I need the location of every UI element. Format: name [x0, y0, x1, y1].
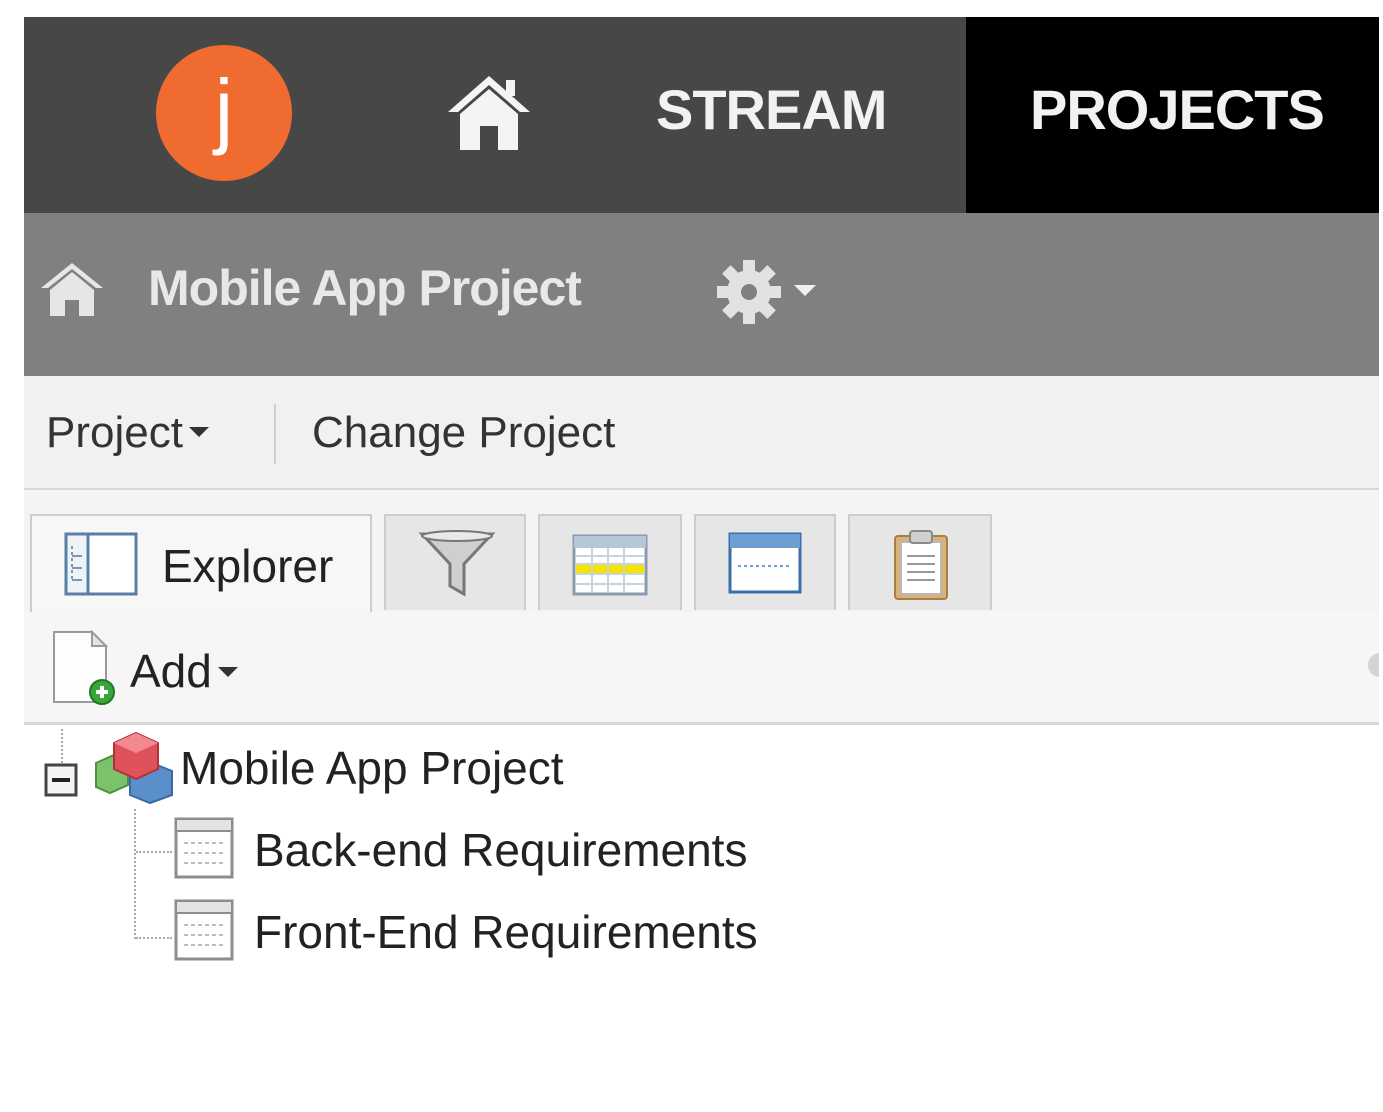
- explorer-icon: [64, 532, 138, 596]
- project-title[interactable]: Mobile App Project: [148, 257, 582, 319]
- project-menu-label: Project: [46, 408, 183, 457]
- add-button[interactable]: Add: [130, 643, 238, 699]
- home-icon[interactable]: [444, 72, 534, 152]
- tree-connector: [136, 937, 172, 939]
- tab-form[interactable]: [694, 514, 836, 610]
- gear-icon[interactable]: [714, 257, 784, 327]
- document-list-icon: [174, 899, 234, 961]
- tree-connector: [136, 851, 172, 853]
- tree-item-frontend-requirements[interactable]: Front-End Requirements: [254, 903, 758, 961]
- logo[interactable]: j: [156, 45, 292, 181]
- filter-icon: [418, 530, 496, 597]
- tab-explorer[interactable]: Explorer: [30, 514, 372, 614]
- tab-grid[interactable]: [538, 514, 682, 610]
- cubes-icon: [95, 731, 173, 805]
- form-icon: [728, 532, 802, 594]
- add-button-label: Add: [130, 645, 212, 697]
- tree-connector: [134, 809, 136, 939]
- settings-edge-icon[interactable]: [1360, 639, 1379, 691]
- logo-letter: j: [214, 62, 234, 156]
- grid-icon: [572, 534, 648, 596]
- change-project-button[interactable]: Change Project: [312, 405, 615, 461]
- document-list-icon: [174, 817, 234, 879]
- nav-stream-link[interactable]: STREAM: [656, 75, 887, 145]
- tab-explorer-label: Explorer: [162, 540, 334, 592]
- tree-connector: [61, 729, 63, 763]
- chevron-down-icon[interactable]: [794, 285, 816, 296]
- app-frame: j STREAM PROJECTS Mobile App Project Pro…: [24, 17, 1379, 1112]
- collapse-icon[interactable]: [44, 763, 78, 797]
- tree-item-backend-requirements[interactable]: Back-end Requirements: [254, 821, 747, 879]
- nav-projects-link[interactable]: PROJECTS: [1030, 75, 1325, 145]
- clipboard-icon: [894, 530, 948, 600]
- project-menu-button[interactable]: Project: [46, 405, 209, 461]
- tree-root-label[interactable]: Mobile App Project: [180, 739, 564, 797]
- chevron-down-icon: [188, 427, 209, 438]
- tab-clipboard[interactable]: [848, 514, 992, 610]
- tab-filter[interactable]: [384, 514, 526, 610]
- menu-divider: [274, 404, 276, 464]
- add-document-icon[interactable]: [50, 630, 120, 706]
- menu-bar: [24, 376, 1379, 490]
- project-home-icon[interactable]: [38, 260, 106, 318]
- chevron-down-icon: [217, 666, 238, 677]
